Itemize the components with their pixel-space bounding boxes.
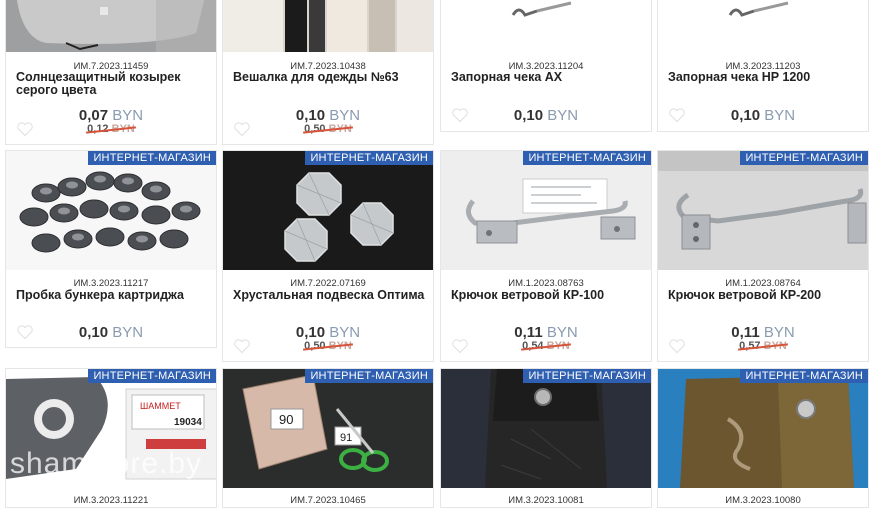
favorite-heart-icon[interactable] <box>16 121 34 137</box>
product-card[interactable]: ИМ.3.2023.11204 Запорная чека AX 0,10 BY… <box>440 0 652 132</box>
product-photo[interactable]: 90 91 ИНТЕРНЕТ-МАГАЗИН <box>223 369 433 488</box>
product-card[interactable]: ИМ.7.2023.11459 Солнцезащитный козырек с… <box>5 0 217 145</box>
product-price: 0,11 BYN <box>658 324 868 341</box>
old-price: 0,50 BYN <box>304 340 352 352</box>
product-photo[interactable]: ИНТЕРНЕТ-МАГАЗИН <box>441 151 651 270</box>
old-price-value: 0,57 <box>739 340 761 352</box>
shop-badge: ИНТЕРНЕТ-МАГАЗИН <box>88 151 216 165</box>
tag-number: 90 <box>279 412 293 427</box>
old-price: 0,57 BYN <box>739 340 787 352</box>
shop-badge: ИНТЕРНЕТ-МАГАЗИН <box>740 369 868 383</box>
product-photo[interactable] <box>223 0 433 52</box>
price-value: 0,10 <box>513 107 544 124</box>
product-photo[interactable]: ИНТЕРНЕТ-МАГАЗИН <box>658 369 868 488</box>
product-image <box>223 0 433 52</box>
product-price: 0,10 BYN <box>658 107 868 124</box>
favorite-heart-icon[interactable] <box>668 107 686 123</box>
favorite-heart-icon[interactable] <box>451 338 469 354</box>
product-card[interactable]: ИНТЕРНЕТ-МАГАЗИН ИМ.1.2023.08763 Крючок … <box>440 150 652 362</box>
product-image: 90 91 <box>223 369 433 488</box>
product-photo[interactable]: ШАММЕТ 19034 ИНТЕРНЕТ-МАГАЗИН shamstore.… <box>6 369 216 488</box>
favorite-heart-icon[interactable] <box>668 338 686 354</box>
tag-number: 91 <box>340 432 352 444</box>
shop-badge: ИНТЕРНЕТ-МАГАЗИН <box>88 369 216 383</box>
sticker-brand: ШАММЕТ <box>140 401 181 411</box>
product-title[interactable]: Крючок ветровой КР-100 <box>451 289 645 302</box>
product-image <box>658 0 868 52</box>
price-currency: BYN <box>764 107 796 124</box>
product-price: 0,10 BYN <box>441 107 651 124</box>
product-photo[interactable]: ИНТЕРНЕТ-МАГАЗИН <box>6 151 216 270</box>
product-title[interactable]: Запорная чека AX <box>451 71 645 84</box>
favorite-heart-icon[interactable] <box>233 121 251 137</box>
price-value: 0,11 <box>731 324 760 341</box>
product-card[interactable]: ИМ.3.2023.11203 Запорная чека HP 1200 0,… <box>657 0 869 132</box>
favorite-heart-icon[interactable] <box>451 107 469 123</box>
favorite-heart-icon[interactable] <box>16 324 34 340</box>
favorite-heart-icon[interactable] <box>233 338 251 354</box>
old-price: 0,12 BYN <box>87 123 135 135</box>
product-image <box>441 369 651 488</box>
product-title[interactable]: Солнцезащитный козырек серого цвета <box>16 71 210 97</box>
shop-badge: ИНТЕРНЕТ-МАГАЗИН <box>523 151 651 165</box>
product-card[interactable]: ИМ.7.2023.10438 Вешалка для одежды №63 0… <box>222 0 434 145</box>
price-currency: BYN <box>112 324 144 341</box>
old-price-value: 0,54 <box>522 340 544 352</box>
price-value: 0,10 <box>295 107 326 124</box>
product-card[interactable]: ИНТЕРНЕТ-МАГАЗИН ИМ.3.2023.10080 <box>657 368 869 508</box>
old-price-value: 0,50 <box>304 340 326 352</box>
old-price: 0,54 BYN <box>522 340 570 352</box>
price-currency: BYN <box>329 107 361 124</box>
sticker-number: 19034 <box>174 417 202 428</box>
product-photo[interactable] <box>6 0 216 52</box>
product-title[interactable]: Пробка бункера картриджа <box>16 289 210 302</box>
product-photo[interactable]: ИНТЕРНЕТ-МАГАЗИН <box>223 151 433 270</box>
product-price: 0,10 BYN <box>223 324 433 341</box>
shop-badge: ИНТЕРНЕТ-МАГАЗИН <box>740 151 868 165</box>
product-photo[interactable]: ИНТЕРНЕТ-МАГАЗИН <box>441 369 651 488</box>
price-value: 0,10 <box>78 324 109 341</box>
product-title[interactable]: Хрустальная подвеска Оптима <box>233 289 427 302</box>
product-price: 0,10 BYN <box>223 107 433 124</box>
product-card[interactable]: ИНТЕРНЕТ-МАГАЗИН ИМ.3.2023.10081 <box>440 368 652 508</box>
price-currency: BYN <box>329 324 361 341</box>
price-value: 0,07 <box>78 107 109 124</box>
old-price-value: 0,12 <box>87 123 109 135</box>
price-currency: BYN <box>546 324 578 341</box>
shop-badge: ИНТЕРНЕТ-МАГАЗИН <box>305 151 433 165</box>
price-value: 0,11 <box>514 324 543 341</box>
product-photo[interactable]: ИНТЕРНЕТ-МАГАЗИН <box>658 151 868 270</box>
price-value: 0,10 <box>730 107 761 124</box>
watermark: shamstore.by <box>10 447 203 480</box>
product-image <box>6 0 216 52</box>
old-price: 0,50 BYN <box>304 123 352 135</box>
product-image <box>658 151 868 270</box>
product-card[interactable]: ИНТЕРНЕТ-МАГАЗИН ИМ.3.2023.11217 Пробка … <box>5 150 217 348</box>
product-title[interactable]: Запорная чека HP 1200 <box>668 71 862 84</box>
product-image <box>441 0 651 52</box>
product-photo[interactable] <box>441 0 651 52</box>
price-currency: BYN <box>763 324 795 341</box>
shop-badge: ИНТЕРНЕТ-МАГАЗИН <box>523 369 651 383</box>
product-price: 0,07 BYN <box>6 107 216 124</box>
price-currency: BYN <box>547 107 579 124</box>
old-price-value: 0,50 <box>304 123 326 135</box>
product-price: 0,11 BYN <box>441 324 651 341</box>
product-image <box>6 151 216 270</box>
product-image <box>441 151 651 270</box>
price-value: 0,10 <box>295 324 326 341</box>
product-image <box>658 369 868 488</box>
price-currency: BYN <box>112 107 144 124</box>
product-card[interactable]: ШАММЕТ 19034 ИНТЕРНЕТ-МАГАЗИН shamstore.… <box>5 368 217 508</box>
product-card[interactable]: ИНТЕРНЕТ-МАГАЗИН ИМ.7.2022.07169 Хрустал… <box>222 150 434 362</box>
product-title[interactable]: Вешалка для одежды №63 <box>233 71 427 84</box>
product-photo[interactable] <box>658 0 868 52</box>
product-image <box>223 151 433 270</box>
shop-badge: ИНТЕРНЕТ-МАГАЗИН <box>305 369 433 383</box>
product-title[interactable]: Крючок ветровой КР-200 <box>668 289 862 302</box>
product-card[interactable]: 90 91 ИНТЕРНЕТ-МАГАЗИН ИМ.7.2023.10465 <box>222 368 434 508</box>
product-price: 0,10 BYN <box>6 324 216 341</box>
product-card[interactable]: ИНТЕРНЕТ-МАГАЗИН ИМ.1.2023.08764 Крючок … <box>657 150 869 362</box>
